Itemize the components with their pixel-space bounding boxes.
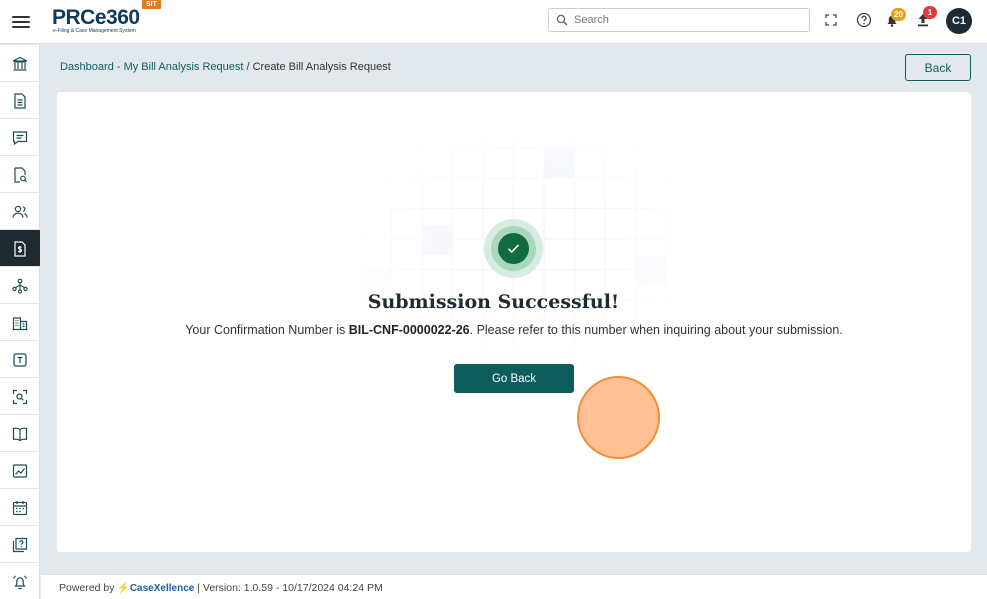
sidebar-item-documents[interactable] xyxy=(0,82,40,119)
document-icon xyxy=(14,93,26,109)
sidebar-item-users[interactable] xyxy=(0,193,40,230)
help-icon[interactable] xyxy=(855,11,873,29)
bill-dollar-icon xyxy=(14,241,26,257)
footer-divider: | xyxy=(197,582,200,594)
confirmation-message: Your Confirmation Number is BIL-CNF-0000… xyxy=(0,323,987,337)
breadcrumb-separator: / xyxy=(243,61,253,73)
go-back-button[interactable]: Go Back xyxy=(454,364,574,393)
fullscreen-icon[interactable] xyxy=(822,11,840,29)
document-search-icon xyxy=(14,167,27,183)
sidebar-item-templates[interactable] xyxy=(0,341,40,378)
user-avatar[interactable]: C1 xyxy=(946,8,972,34)
footer: Powered by ⚡CaseXellence | Version: 1.0.… xyxy=(41,574,987,599)
message-suffix: . Please refer to this number when inqui… xyxy=(469,323,843,337)
text-template-icon xyxy=(13,353,27,367)
top-header: PRCe360 e-Filing & Case Management Syste… xyxy=(0,0,987,44)
confirmation-card xyxy=(57,92,971,552)
version-info: Version: 1.0.59 - 10/17/2024 04:24 PM xyxy=(202,582,383,594)
back-button[interactable]: Back xyxy=(905,54,971,81)
alarm-bell-icon xyxy=(12,575,28,590)
confirmation-number: BIL-CNF-0000022-26 xyxy=(348,323,470,337)
sidebar-item-help[interactable] xyxy=(0,526,40,563)
breadcrumb-link-bill-analysis[interactable]: Dashboard - My Bill Analysis Request xyxy=(60,61,243,73)
sidebar-item-messages[interactable] xyxy=(0,119,40,156)
help-document-icon xyxy=(12,537,28,553)
breadcrumb: Dashboard - My Bill Analysis Request / C… xyxy=(60,61,391,73)
sidebar-item-institution[interactable] xyxy=(0,45,40,82)
search-input[interactable] xyxy=(574,12,804,28)
sidebar-item-alerts[interactable] xyxy=(0,563,40,599)
calendar-icon xyxy=(12,501,28,516)
click-indicator xyxy=(577,376,660,459)
sidebar-item-document-search[interactable] xyxy=(0,156,40,193)
footer-text: Powered by ⚡CaseXellence | Version: 1.0.… xyxy=(59,582,383,594)
upload-count-badge: 1 xyxy=(923,6,937,19)
environment-badge: SIT xyxy=(142,0,161,9)
notification-count-badge: 20 xyxy=(891,8,906,21)
search-box xyxy=(548,8,810,32)
bank-icon xyxy=(12,56,28,71)
logo-text: PRCe360 xyxy=(52,6,140,29)
casexellence-logo[interactable]: ⚡CaseXellence xyxy=(117,583,194,594)
breadcrumb-current: Create Bill Analysis Request xyxy=(252,61,391,73)
chat-icon xyxy=(12,131,28,146)
menu-icon[interactable] xyxy=(12,13,30,31)
sidebar-item-calendar[interactable] xyxy=(0,489,40,526)
powered-by-label: Powered by xyxy=(59,582,115,594)
sidebar-item-bill-analysis[interactable] xyxy=(0,230,40,267)
scan-search-icon xyxy=(12,389,28,405)
sidebar-item-library[interactable] xyxy=(0,415,40,452)
search-icon xyxy=(556,14,568,26)
sidebar-item-scan-search[interactable] xyxy=(0,378,40,415)
chart-image-icon xyxy=(12,464,28,478)
users-icon xyxy=(12,205,28,218)
book-open-icon xyxy=(12,427,28,442)
message-prefix: Your Confirmation Number is xyxy=(185,323,349,337)
sidebar-item-reports[interactable] xyxy=(0,452,40,489)
checkmark-icon xyxy=(507,244,520,254)
success-check-circle xyxy=(498,233,529,264)
app-logo[interactable]: PRCe360 e-Filing & Case Management Syste… xyxy=(52,0,162,40)
success-title: Submission Successful! xyxy=(367,291,620,313)
logo-subtitle: e-Filing & Case Management System xyxy=(53,28,136,34)
sidebar-nav xyxy=(0,45,40,599)
brand-name: CaseXellence xyxy=(129,583,195,594)
